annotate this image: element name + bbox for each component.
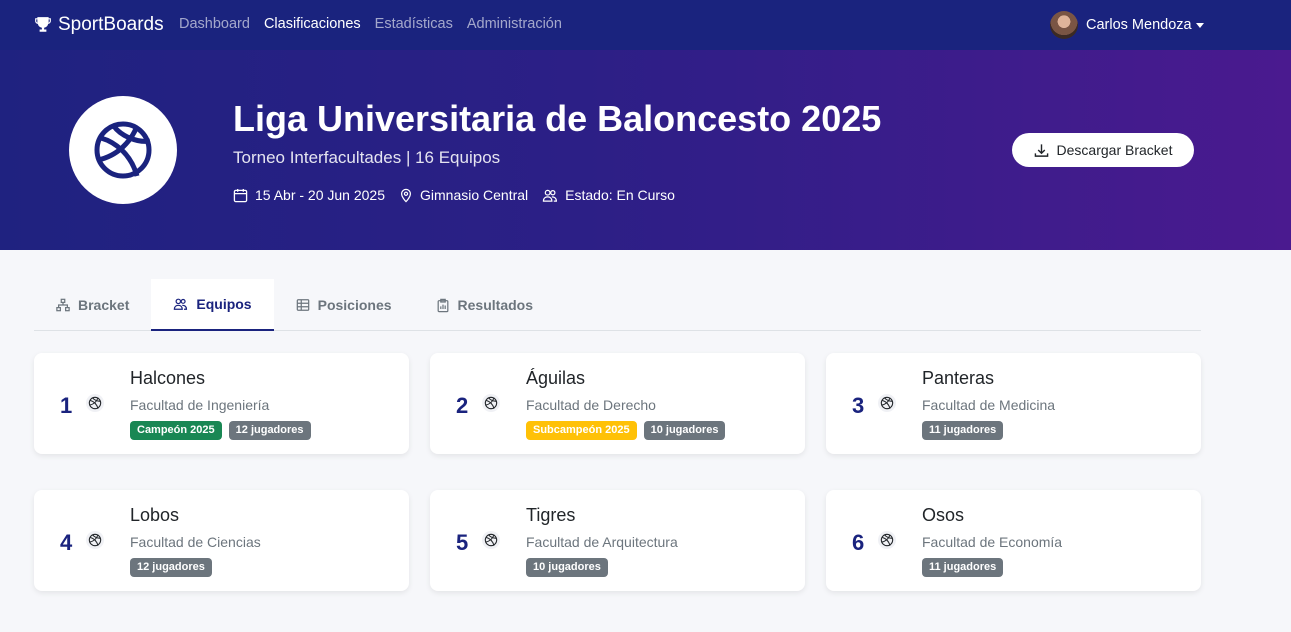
team-faculty: Facultad de Ingeniería — [130, 397, 270, 413]
team-rank: 2 — [456, 393, 469, 418]
table-icon — [296, 299, 309, 311]
team-card[interactable]: 4 Lobos Facultad de Ciencias 12 jugadore… — [34, 490, 409, 591]
team-badges: 11 jugadores — [922, 558, 1010, 577]
basketball-icon — [482, 394, 500, 412]
tab-bracket-label: Bracket — [78, 297, 130, 313]
nav-link-estadisticas[interactable]: Estadísticas — [375, 16, 453, 32]
nav-links: Dashboard Clasificaciones Estadísticas A… — [179, 16, 576, 32]
team-badges: 12 jugadores — [130, 558, 219, 577]
players-badge: 11 jugadores — [922, 421, 1004, 440]
tab-posiciones-label: Posiciones — [317, 297, 392, 313]
nav-link-clasificaciones[interactable]: Clasificaciones — [264, 16, 361, 32]
team-name: Águilas — [526, 368, 586, 388]
team-faculty: Facultad de Ciencias — [130, 534, 261, 550]
avatar — [1050, 11, 1078, 39]
tournament-dates: 15 Abr - 20 Jun 2025 — [255, 187, 385, 203]
award-badge: Campeón 2025 — [130, 421, 222, 440]
tab-equipos[interactable]: Equipos — [151, 279, 274, 331]
download-bracket-button[interactable]: Descargar Bracket — [1012, 133, 1194, 167]
tournament-tabs: Bracket Equipos Posiciones Resultados — [34, 279, 1201, 331]
user-name: Carlos Mendoza — [1086, 17, 1192, 33]
team-rank: 5 — [456, 530, 469, 555]
basketball-icon — [94, 121, 152, 179]
dates-item: 15 Abr - 20 Jun 2025 — [233, 187, 385, 203]
team-card[interactable]: 2 Águilas Facultad de Derecho Subcampeón… — [430, 353, 805, 454]
team-card[interactable]: 6 Osos Facultad de Economía 11 jugadores — [826, 490, 1201, 591]
download-icon — [1034, 143, 1048, 157]
tab-equipos-label: Equipos — [196, 296, 252, 312]
nav-link-administracion[interactable]: Administración — [467, 16, 562, 32]
players-badge: 12 jugadores — [228, 421, 311, 440]
calendar-icon — [233, 188, 248, 202]
basketball-icon — [86, 531, 104, 549]
tournament-title: Liga Universitaria de Baloncesto 2025 — [233, 98, 882, 139]
team-card[interactable]: 1 Halcones Facultad de Ingeniería Campeó… — [34, 353, 409, 454]
basketball-icon — [482, 531, 500, 549]
sitemap-icon — [56, 298, 70, 312]
team-rank: 1 — [60, 393, 73, 418]
clipboard-chart-icon — [437, 298, 448, 312]
people-icon — [174, 298, 188, 310]
tournament-subtitle: Torneo Interfacultades | 16 Equipos — [233, 148, 501, 167]
team-name: Tigres — [526, 505, 576, 525]
user-menu[interactable]: Carlos Mendoza — [1050, 11, 1204, 39]
nav-link-dashboard[interactable]: Dashboard — [179, 16, 250, 32]
status-item: Estado: En Curso — [542, 187, 675, 203]
team-rank: 6 — [852, 530, 865, 555]
location-pin-icon — [401, 188, 411, 202]
team-badges: 11 jugadores — [922, 421, 1010, 440]
basketball-icon — [878, 531, 896, 549]
team-card[interactable]: 3 Panteras Facultad de Medicina 11 jugad… — [826, 353, 1201, 454]
team-name: Osos — [922, 505, 965, 525]
team-badges: Subcampeón 2025 10 jugadores — [526, 421, 732, 440]
team-card[interactable]: 5 Tigres Facultad de Arquitectura 10 jug… — [430, 490, 805, 591]
tournament-status: Estado: En Curso — [565, 187, 675, 203]
people-icon — [542, 189, 558, 202]
download-bracket-label: Descargar Bracket — [1056, 142, 1173, 158]
team-faculty: Facultad de Medicina — [922, 397, 1056, 413]
top-navbar: SportBoards Dashboard Clasificaciones Es… — [0, 0, 1291, 50]
team-faculty: Facultad de Derecho — [526, 397, 656, 413]
brand[interactable]: SportBoards — [34, 14, 164, 36]
tournament-header: Liga Universitaria de Baloncesto 2025 To… — [0, 50, 1291, 250]
players-badge: 12 jugadores — [130, 558, 212, 577]
players-badge: 10 jugadores — [526, 558, 608, 577]
caret-down-icon — [1195, 22, 1204, 28]
team-name: Lobos — [130, 505, 180, 525]
team-name: Halcones — [130, 368, 206, 388]
basketball-icon — [86, 394, 104, 412]
award-badge: Subcampeón 2025 — [526, 421, 637, 440]
team-badges: 10 jugadores — [526, 558, 615, 577]
team-rank: 4 — [60, 530, 73, 555]
tournament-logo — [69, 96, 177, 204]
players-badge: 10 jugadores — [643, 421, 726, 440]
team-faculty: Facultad de Arquitectura — [526, 534, 678, 550]
tournament-meta: 15 Abr - 20 Jun 2025 Gimnasio Central Es… — [233, 187, 689, 203]
tab-resultados[interactable]: Resultados — [414, 279, 555, 331]
team-name: Panteras — [922, 368, 995, 388]
team-faculty: Facultad de Economía — [922, 534, 1063, 550]
trophy-icon — [35, 17, 51, 32]
tab-posiciones[interactable]: Posiciones — [274, 279, 414, 331]
venue-item: Gimnasio Central — [399, 187, 528, 203]
team-rank: 3 — [852, 393, 865, 418]
tab-resultados-label: Resultados — [457, 297, 533, 313]
team-badges: Campeón 2025 12 jugadores — [130, 421, 318, 440]
basketball-icon — [878, 394, 896, 412]
tournament-venue: Gimnasio Central — [420, 187, 529, 203]
tab-bracket[interactable]: Bracket — [34, 279, 151, 331]
brand-name: SportBoards — [58, 14, 164, 35]
players-badge: 11 jugadores — [922, 558, 1004, 577]
